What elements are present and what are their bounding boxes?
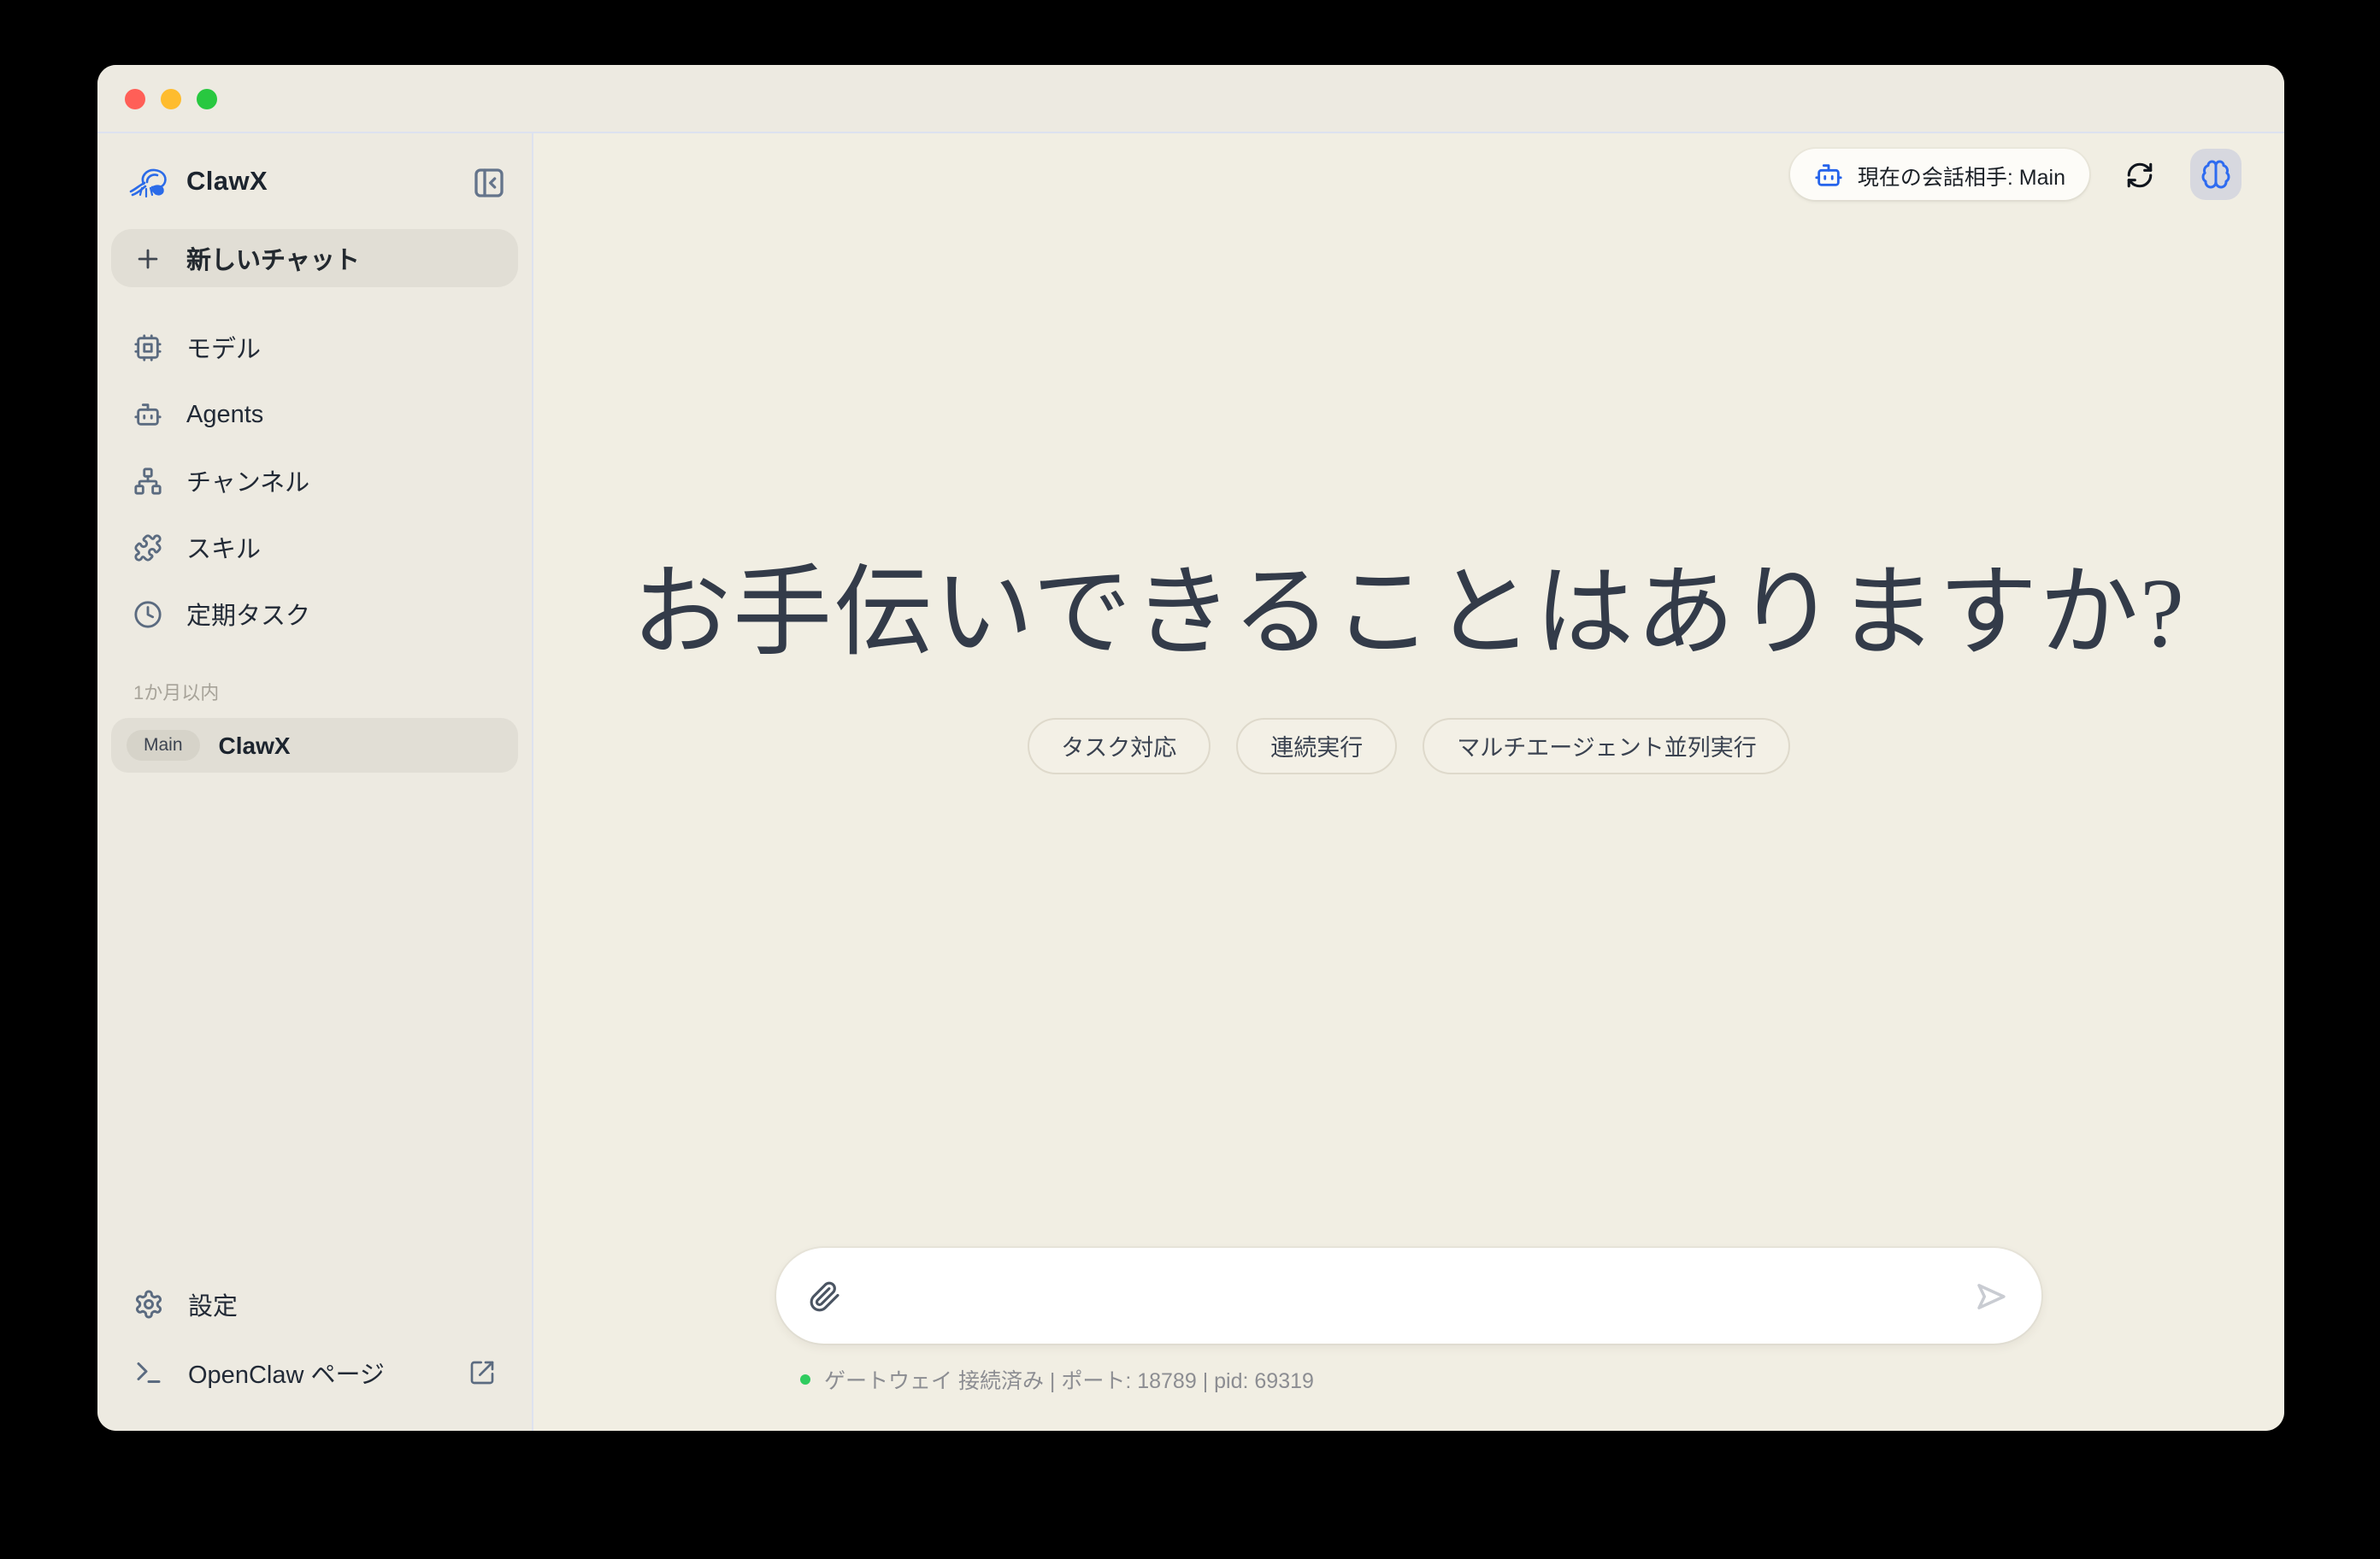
current-partner-label: 現在の会話相手: Main — [1858, 158, 2065, 191]
sidebar-header: ClawX — [111, 150, 518, 215]
network-icon — [133, 467, 162, 496]
current-partner-pill[interactable]: 現在の会話相手: Main — [1791, 149, 2089, 200]
hero: お手伝いできることはありますか? — [576, 554, 2242, 673]
sidebar-item-openclaw-page[interactable]: OpenClaw ページ — [111, 1338, 518, 1407]
history-section-label: 1か月以内 — [133, 679, 496, 706]
send-icon[interactable] — [1973, 1278, 2009, 1314]
external-link-icon — [468, 1359, 496, 1386]
plus-icon — [133, 244, 162, 273]
clock-icon — [133, 600, 162, 629]
titlebar[interactable] — [97, 65, 2284, 133]
top-controls: 現在の会話相手: Main — [576, 133, 2242, 200]
app-title: ClawX — [186, 168, 268, 198]
terminal-icon — [133, 1357, 164, 1388]
message-input[interactable] — [862, 1248, 1953, 1344]
sidebar-item-skills[interactable]: スキル — [111, 515, 518, 581]
sidebar-item-label: Agents — [186, 401, 263, 428]
settings-label: 設定 — [188, 1286, 238, 1322]
sidebar-spacer — [111, 773, 518, 1270]
sidebar-menu: モデル Agents — [111, 315, 518, 648]
spacer — [576, 774, 2242, 1248]
status-text: ゲートウェイ 接続済み | ポート: 18789 | pid: 69319 — [824, 1362, 1314, 1395]
brain-button[interactable] — [2190, 149, 2242, 200]
zoom-button[interactable] — [197, 88, 217, 109]
greeting-heading: お手伝いできることはありますか? — [576, 554, 2242, 673]
clawx-lobster-logo-icon — [128, 166, 171, 200]
close-button[interactable] — [125, 88, 145, 109]
new-chat-label: 新しいチャット — [186, 240, 360, 276]
panel-collapse-icon[interactable] — [470, 164, 508, 202]
sidebar-item-label: 定期タスク — [186, 597, 310, 632]
gateway-status: ゲートウェイ 接続済み | ポート: 18789 | pid: 69319 — [776, 1362, 2041, 1431]
bot-icon — [1815, 160, 1844, 189]
sidebar-item-label: モデル — [186, 330, 261, 366]
cpu-icon — [133, 333, 162, 362]
sidebar-item-models[interactable]: モデル — [111, 315, 518, 381]
bot-icon — [133, 400, 162, 429]
sidebar-item-agents[interactable]: Agents — [111, 381, 518, 448]
refresh-icon[interactable] — [2125, 160, 2154, 189]
history-item-clawx[interactable]: Main ClawX — [111, 718, 518, 773]
app-window: ClawX 新しいチャット — [97, 65, 2284, 1431]
sidebar-item-scheduled-tasks[interactable]: 定期タスク — [111, 581, 518, 648]
puzzle-icon — [133, 533, 162, 562]
chat-main-area: 現在の会話相手: Main — [533, 133, 2284, 1431]
suggestion-chips: タスク対応 連続実行 マルチエージェント並列実行 — [576, 717, 2242, 774]
message-composer[interactable] — [776, 1248, 2041, 1344]
sidebar: ClawX 新しいチャット — [97, 133, 533, 1431]
openclaw-page-label: OpenClaw ページ — [188, 1355, 385, 1391]
status-connected-dot — [800, 1374, 810, 1384]
history-item-title: ClawX — [219, 732, 291, 759]
chip-continuous-run[interactable]: 連続実行 — [1236, 717, 1397, 774]
main-badge: Main — [127, 730, 200, 761]
screen: ClawX 新しいチャット — [0, 0, 2380, 1559]
spacer — [576, 200, 2242, 554]
sidebar-item-label: スキル — [186, 530, 261, 566]
chip-multi-agent-parallel[interactable]: マルチエージェント並列実行 — [1423, 717, 1790, 774]
minimize-button[interactable] — [161, 88, 181, 109]
sidebar-item-label: チャンネル — [186, 463, 309, 499]
sidebar-item-settings[interactable]: 設定 — [111, 1270, 518, 1338]
gear-icon — [133, 1289, 164, 1320]
new-chat-button[interactable]: 新しいチャット — [111, 229, 518, 287]
paperclip-icon[interactable] — [809, 1280, 841, 1312]
brain-icon — [2200, 159, 2231, 190]
sidebar-item-channels[interactable]: チャンネル — [111, 448, 518, 515]
chip-task-support[interactable]: タスク対応 — [1027, 717, 1211, 774]
